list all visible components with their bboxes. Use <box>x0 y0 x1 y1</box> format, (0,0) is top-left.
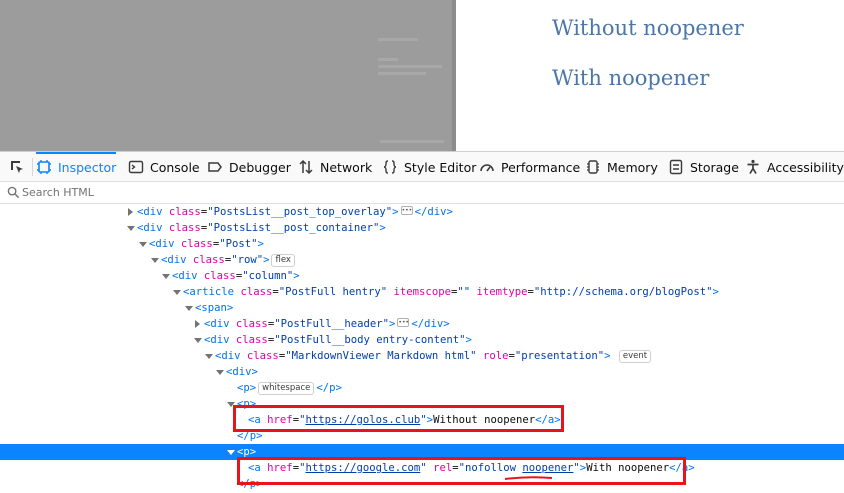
tab-label: Storage <box>690 159 739 175</box>
memory-icon <box>587 160 599 174</box>
tree-node[interactable]: <div> <box>0 364 844 380</box>
collapse-toggle[interactable] <box>192 332 202 348</box>
page-thumbnail <box>0 0 456 151</box>
tab-label: Inspector <box>58 159 117 175</box>
tab-label: Accessibility <box>767 159 844 175</box>
tab-storage[interactable]: Storage <box>668 152 739 182</box>
tree-node[interactable]: <div class="MarkdownViewer Markdown html… <box>0 348 844 364</box>
collapse-toggle[interactable] <box>214 364 224 380</box>
search-bar <box>0 182 844 204</box>
inspector-icon <box>37 160 51 174</box>
collapse-toggle[interactable] <box>160 268 170 284</box>
tab-inspector[interactable]: Inspector <box>36 152 117 182</box>
console-icon <box>128 160 144 174</box>
collapse-toggle[interactable] <box>183 300 193 316</box>
flex-badge[interactable]: flex <box>271 254 295 267</box>
search-icon <box>7 186 20 199</box>
accessibility-icon <box>747 159 759 174</box>
style-editor-icon <box>383 160 397 174</box>
tab-console[interactable]: Console <box>128 152 200 182</box>
tree-node[interactable]: <p> whitespace </p> <box>0 380 844 396</box>
without-noopener-link[interactable]: Without noopener <box>552 16 744 40</box>
tree-node[interactable]: <div class="PostsList__post_container"> <box>0 220 844 236</box>
markup-tree: <div class="PostsList__post_top_overlay"… <box>0 204 844 493</box>
whitespace-badge[interactable]: whitespace <box>258 382 315 395</box>
storage-icon <box>669 159 683 175</box>
search-html-input[interactable] <box>22 184 822 200</box>
collapse-toggle[interactable] <box>225 444 235 460</box>
tab-accessibility[interactable]: Accessibility <box>745 152 844 182</box>
annotation-box-with-noopener <box>237 457 686 485</box>
tab-label: Console <box>150 159 200 175</box>
collapse-toggle[interactable] <box>171 284 181 300</box>
with-noopener-link[interactable]: With noopener <box>552 66 709 90</box>
performance-icon <box>480 164 494 172</box>
collapse-toggle[interactable] <box>149 252 159 268</box>
element-picker-icon <box>11 161 23 173</box>
element-picker-button[interactable] <box>4 152 30 182</box>
tab-debugger[interactable]: Debugger <box>207 152 291 182</box>
collapsed-content-button[interactable] <box>397 315 410 331</box>
tab-label: Network <box>320 159 373 175</box>
tree-node[interactable]: <div class="Post"> <box>0 236 844 252</box>
tab-label: Memory <box>607 159 658 175</box>
expand-toggle[interactable] <box>125 204 135 220</box>
tab-performance[interactable]: Performance <box>479 152 580 182</box>
tab-label: Debugger <box>229 159 291 175</box>
tab-memory[interactable]: Memory <box>585 152 658 182</box>
tab-network[interactable]: Network <box>298 152 372 182</box>
tree-node[interactable]: <div class="PostFull__header"></div> <box>0 315 844 332</box>
tab-label: Style Editor <box>404 159 477 175</box>
expand-toggle[interactable] <box>192 316 202 332</box>
annotation-underline <box>504 476 553 480</box>
collapse-toggle[interactable] <box>137 236 147 252</box>
collapsed-content-button[interactable] <box>400 204 413 219</box>
annotation-box-without-noopener <box>233 405 564 432</box>
tree-node[interactable]: <div class="PostFull__body entry-content… <box>0 332 844 348</box>
network-icon <box>299 159 313 175</box>
tab-style-editor[interactable]: Style Editor <box>382 152 476 182</box>
collapse-toggle[interactable] <box>203 348 213 364</box>
devtools-toolbar: Inspector Console Debugger Network Style… <box>0 151 844 182</box>
page-viewport: Without noopener With noopener <box>0 0 844 151</box>
tree-node[interactable]: <span> <box>0 300 844 316</box>
tab-label: Performance <box>501 159 581 175</box>
tree-node[interactable]: <div class="row"> flex <box>0 252 844 268</box>
event-badge[interactable]: event <box>618 350 652 363</box>
collapse-toggle[interactable] <box>125 220 135 236</box>
tree-node[interactable]: <div class="column"> <box>0 268 844 284</box>
debugger-icon <box>208 162 222 172</box>
tree-node[interactable]: <div class="PostsList__post_top_overlay"… <box>0 204 844 220</box>
tree-node[interactable]: <article class="PostFull hentry" itemsco… <box>0 284 844 300</box>
